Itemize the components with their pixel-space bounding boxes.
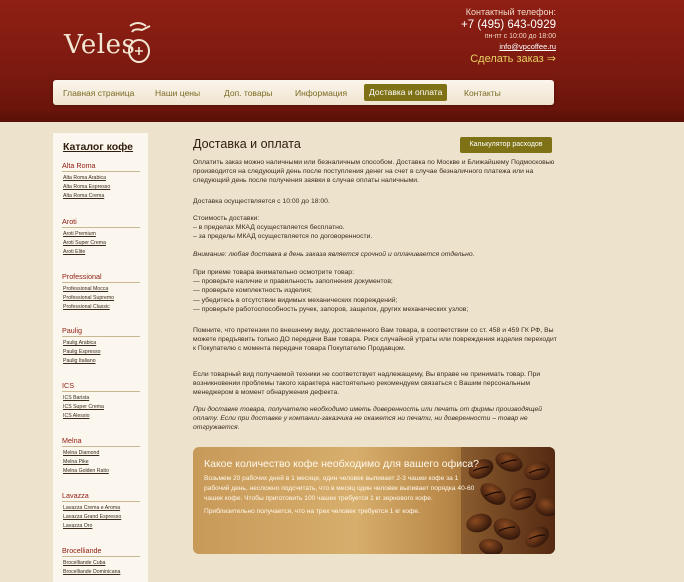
inspection-block: При приеме товара внимательно осмотрите …: [193, 268, 558, 314]
catalog-category: Professional Professional Mocca Professi…: [62, 272, 142, 310]
delivery-cost-block: Стоимость доставки: – в пределах МКАД ос…: [193, 214, 558, 242]
banner-title: Какое количество кофе необходимо для ваш…: [204, 458, 480, 470]
contact-email-link[interactable]: info@vpcoffee.ru: [461, 42, 556, 51]
contact-phone: +7 (495) 643-0929: [461, 19, 556, 31]
product-link[interactable]: Professional Classic: [63, 304, 142, 310]
product-link[interactable]: Alta Roma Crema: [63, 193, 142, 199]
divider: [62, 227, 140, 228]
category-link[interactable]: Alta Roma: [62, 161, 142, 170]
catalog-category: ICS ICS Barista ICS Super Crema ICS Ales…: [62, 381, 142, 419]
catalog-category: Alta Roma Alta Roma Arabica Alta Roma Es…: [62, 161, 142, 199]
contact-label: Контактный телефон:: [465, 7, 556, 17]
main-nav: Главная страница Наши цены Доп. товары И…: [53, 80, 554, 105]
product-link[interactable]: Paulig Arabica: [63, 340, 142, 346]
paragraph: Доставка осуществляется с 10:00 до 18:00…: [193, 197, 558, 206]
contact-hours: пн-пт с 10:00 до 18:00: [484, 33, 556, 40]
product-link[interactable]: ICS Barista: [63, 395, 142, 401]
inspection-item: — проверьте работоспособность ручек, зап…: [193, 305, 469, 313]
refusal-text: Если товарный вид получаемой техники не …: [193, 371, 541, 397]
coffee-pot-icon: [128, 22, 151, 63]
banner-paragraph: Приблизительно получается, что на трех ч…: [204, 508, 420, 515]
product-link[interactable]: Lavazza Oro: [63, 523, 142, 529]
logo[interactable]: Veles: [64, 18, 164, 66]
page-title: Доставка и оплата: [193, 137, 301, 151]
category-link[interactable]: Aroti: [62, 217, 142, 226]
catalog-title[interactable]: Каталог кофе: [63, 141, 133, 153]
catalog-category: Brocelliande Brocelliande Cuba Brocellia…: [62, 546, 142, 575]
paragraph: Оплатить заказ можно наличными или безна…: [193, 158, 558, 186]
nav-item-info[interactable]: Информация: [295, 86, 347, 100]
product-link[interactable]: Alta Roma Espresso: [63, 184, 142, 190]
product-link[interactable]: Professional Mocca: [63, 286, 142, 292]
catalog-category: Melna Melna Diamond Melna Pike Melna Gol…: [62, 436, 142, 474]
product-link[interactable]: Lavazza Grand Espresso: [63, 514, 142, 520]
expense-calculator-button[interactable]: Калькулятор расходов: [460, 137, 552, 153]
divider: [62, 556, 140, 557]
delivery-cost-item: – за пределы МКАД осуществляется по дого…: [193, 233, 373, 241]
category-link[interactable]: Paulig: [62, 326, 142, 335]
category-link[interactable]: Melna: [62, 436, 142, 445]
divider: [62, 171, 140, 172]
divider: [62, 501, 140, 502]
contact-block: Контактный телефон: +7 (495) 643-0929 пн…: [461, 7, 556, 51]
inspection-title: При приеме товара внимательно осмотрите …: [193, 269, 354, 276]
delivery-cost-item: – в пределах МКАД осуществляется бесплат…: [193, 224, 345, 232]
product-link[interactable]: Professional Supremo: [63, 295, 142, 301]
product-link[interactable]: Melna Golden Ratio: [63, 468, 142, 474]
banner-text: Возьмем 20 рабочих дней в 1 месяце, один…: [204, 474, 476, 520]
product-link[interactable]: Melna Diamond: [63, 450, 142, 456]
inspection-item: — проверьте комплектность изделия;: [193, 287, 312, 295]
product-link[interactable]: Alta Roma Arabica: [63, 175, 142, 181]
nav-item-contacts[interactable]: Контакты: [464, 86, 501, 100]
catalog-category: Aroti Aroti Premium Aroti Super Crema Ar…: [62, 217, 142, 255]
product-link[interactable]: Aroti Premium: [63, 231, 142, 237]
paragraph: Помните, что претензии по внешнему виду,…: [193, 326, 558, 354]
product-link[interactable]: Paulig Italiano: [63, 358, 142, 364]
banner-paragraph: Возьмем 20 рабочих дней в 1 месяце, один…: [204, 475, 475, 502]
category-link[interactable]: Lavazza: [62, 491, 142, 500]
category-link[interactable]: ICS: [62, 381, 142, 390]
attention-text: Внимание: любая доставка в день заказа я…: [193, 251, 475, 258]
delivery-hours-text: Доставка осуществляется с 10:00 до 18:00…: [193, 198, 330, 205]
product-link[interactable]: Paulig Espresso: [63, 349, 142, 355]
paragraph: При доставке товара, получателю необходи…: [193, 405, 558, 433]
product-link[interactable]: ICS Super Crema: [63, 404, 142, 410]
divider: [62, 446, 140, 447]
nav-item-home[interactable]: Главная страница: [63, 86, 134, 100]
inspection-item: — убедитесь в отсутствии видимых механич…: [193, 296, 398, 304]
product-link[interactable]: Melna Pike: [63, 459, 142, 465]
power-of-attorney-text: При доставке товара, получателю необходи…: [193, 406, 543, 432]
inspection-item: — проверьте наличие и правильность запол…: [193, 278, 393, 286]
make-order-link[interactable]: Сделать заказ ⇒: [470, 52, 556, 65]
product-link[interactable]: Aroti Elite: [63, 249, 142, 255]
divider: [62, 282, 140, 283]
nav-item-extra-goods[interactable]: Доп. товары: [224, 86, 272, 100]
catalog-category: Lavazza Lavazza Crema e Aroma Lavazza Gr…: [62, 491, 142, 529]
product-link[interactable]: Brocelliande Cuba: [63, 560, 142, 566]
product-link[interactable]: Brocelliande Dominicana: [63, 569, 142, 575]
category-link[interactable]: Brocelliande: [62, 546, 142, 555]
product-link[interactable]: Lavazza Crema e Aroma: [63, 505, 142, 511]
delivery-cost-title: Стоимость доставки:: [193, 215, 260, 222]
nav-item-delivery[interactable]: Доставка и оплата: [364, 84, 448, 101]
catalog-category: Paulig Paulig Arabica Paulig Espresso Pa…: [62, 326, 142, 364]
payment-text: Оплатить заказ можно наличными или безна…: [193, 159, 555, 185]
divider: [62, 336, 140, 337]
catalog-sidebar: Каталог кофе Alta Roma Alta Roma Arabica…: [53, 133, 148, 582]
product-link[interactable]: Aroti Super Crema: [63, 240, 142, 246]
product-link[interactable]: ICS Alessio: [63, 413, 142, 419]
claims-text: Помните, что претензии по внешнему виду,…: [193, 327, 557, 353]
nav-item-prices[interactable]: Наши цены: [155, 86, 200, 100]
paragraph: Внимание: любая доставка в день заказа я…: [193, 250, 558, 259]
divider: [62, 391, 140, 392]
category-link[interactable]: Professional: [62, 272, 142, 281]
coffee-amount-banner: Какое количество кофе необходимо для ваш…: [193, 447, 555, 554]
paragraph: Если товарный вид получаемой техники не …: [193, 370, 558, 398]
